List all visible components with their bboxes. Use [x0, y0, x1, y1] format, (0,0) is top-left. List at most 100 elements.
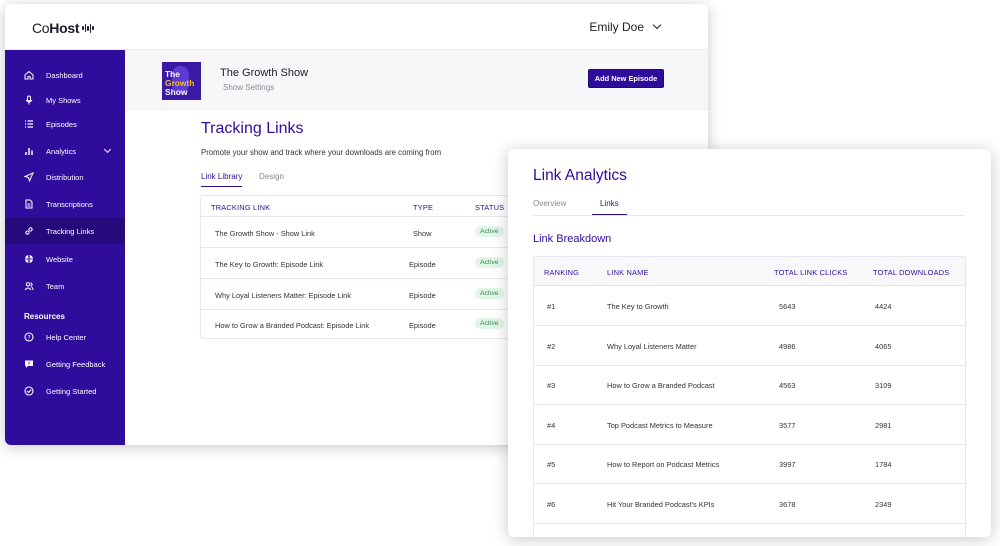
- cover-line: Show: [165, 87, 188, 97]
- send-icon: [23, 172, 34, 183]
- sidebar-item-label: My Shows: [46, 95, 81, 105]
- column-header[interactable]: TYPE: [413, 203, 433, 212]
- link-name[interactable]: How to Grow a Branded Podcast: [607, 381, 715, 390]
- table-row[interactable]: #5 How to Report on Podcast Metrics 3997…: [534, 444, 965, 484]
- sidebar-item-analytics[interactable]: Analytics: [5, 138, 125, 164]
- tracking-links-table: TRACKING LINK TYPE STATUS The Growth Sho…: [200, 195, 520, 339]
- analytics-tabs: Overview Links: [533, 199, 965, 216]
- sidebar-item-dashboard[interactable]: Dashboard: [5, 62, 125, 88]
- column-header[interactable]: TOTAL DOWNLOADS: [873, 268, 949, 277]
- sidebar-item-tracking-links[interactable]: Tracking Links: [5, 218, 125, 244]
- downloads: 1784: [875, 460, 892, 469]
- link-clicks: 4563: [779, 381, 796, 390]
- section-title: Link Breakdown: [533, 233, 612, 245]
- cover-line: The: [165, 69, 180, 79]
- link-name[interactable]: Hit Your Branded Podcast's KPIs: [607, 500, 714, 509]
- logo-prefix: Co: [32, 20, 50, 36]
- link-type: Episode: [409, 321, 436, 330]
- link-clicks: 3678: [779, 500, 796, 509]
- downloads: 2981: [875, 421, 892, 430]
- table-row[interactable]: The Growth Show - Show Link Show Active: [201, 218, 519, 248]
- column-header[interactable]: TOTAL LINK CLICKS: [774, 268, 848, 277]
- ranking: #1: [547, 302, 556, 311]
- status-badge: Active: [475, 226, 504, 237]
- svg-text:?: ?: [27, 334, 30, 341]
- tracking-link-name[interactable]: The Key to Growth: Episode Link: [215, 260, 323, 269]
- sidebar-item-getting-started[interactable]: Getting Started: [5, 378, 125, 404]
- link-name[interactable]: The Key to Growth: [607, 302, 669, 311]
- check-circle-icon: [23, 386, 34, 397]
- panel-title: Link Analytics: [533, 167, 627, 184]
- mic-icon: [23, 95, 34, 106]
- sidebar-item-episodes[interactable]: Episodes: [5, 111, 125, 137]
- table-row[interactable]: The Key to Growth: Episode Link Episode …: [201, 249, 519, 279]
- downloads: 4065: [875, 342, 892, 351]
- add-new-episode-button[interactable]: Add New Episode: [588, 69, 664, 88]
- table-row[interactable]: Why Loyal Listeners Matter: Episode Link…: [201, 280, 519, 310]
- page-description: Promote your show and track where your d…: [201, 148, 442, 157]
- column-header[interactable]: TRACKING LINK: [211, 203, 270, 212]
- table-row[interactable]: #1 The Key to Growth 5643 4424: [534, 286, 965, 326]
- tab-links[interactable]: Links: [592, 199, 627, 215]
- table-row[interactable]: #2 Why Loyal Listeners Matter 4986 4065: [534, 326, 965, 366]
- sidebar-item-website[interactable]: Website: [5, 246, 125, 272]
- column-header[interactable]: LINK NAME: [607, 268, 649, 277]
- sidebar-item-my-shows[interactable]: My Shows: [5, 87, 125, 113]
- sidebar-item-team[interactable]: Team: [5, 273, 125, 299]
- link-clicks: 5643: [779, 302, 796, 311]
- sidebar-item-getting-feedback[interactable]: Getting Feedback: [5, 351, 125, 377]
- tab-design[interactable]: Design: [259, 172, 284, 181]
- sidebar-item-transcriptions[interactable]: Transcriptions: [5, 191, 125, 217]
- tab-overview[interactable]: Overview: [533, 199, 566, 208]
- table-row[interactable]: #4 Top Podcast Metrics to Measure 3577 2…: [534, 405, 965, 445]
- tracking-link-name[interactable]: Why Loyal Listeners Matter: Episode Link: [215, 291, 351, 300]
- show-settings-link[interactable]: Show Settings: [223, 83, 274, 92]
- status-badge: Active: [475, 288, 504, 299]
- table-row[interactable]: #6 Hit Your Branded Podcast's KPIs 3678 …: [534, 484, 965, 524]
- link-clicks: 3577: [779, 421, 796, 430]
- show-cover-art[interactable]: The Growth Show: [162, 62, 201, 100]
- sound-wave-icon: [82, 23, 94, 33]
- downloads: 4424: [875, 302, 892, 311]
- resources-heading: Resources: [24, 312, 65, 321]
- tab-link-library[interactable]: Link Library: [201, 172, 243, 187]
- column-header[interactable]: RANKING: [544, 268, 579, 277]
- document-icon: [23, 199, 34, 210]
- sidebar-item-distribution[interactable]: Distribution: [5, 164, 125, 190]
- link-type: Episode: [409, 260, 436, 269]
- sidebar-item-help-center[interactable]: ? Help Center: [5, 324, 125, 350]
- ranking: #4: [547, 421, 556, 430]
- table-row[interactable]: #3 How to Grow a Branded Podcast 4563 31…: [534, 365, 965, 405]
- bar-chart-icon: [23, 146, 34, 157]
- sidebar-item-label: Episodes: [46, 119, 77, 129]
- link-clicks: 4986: [779, 342, 796, 351]
- sidebar-item-label: Analytics: [46, 146, 77, 156]
- sidebar-item-label: Dashboard: [46, 70, 83, 80]
- link-icon: [23, 226, 34, 237]
- show-title: The Growth Show: [220, 67, 309, 79]
- sidebar: Dashboard My Shows Episodes Analytics Di…: [5, 50, 125, 445]
- user-name: Emily Doe: [589, 20, 644, 34]
- sidebar-item-label: Transcriptions: [46, 199, 93, 209]
- home-icon: [23, 70, 34, 81]
- cohost-logo[interactable]: Co Host: [32, 20, 94, 36]
- table-row[interactable]: How to Grow a Branded Podcast: Episode L…: [201, 310, 519, 338]
- sidebar-item-label: Getting Started: [46, 386, 97, 396]
- downloads: 2349: [875, 500, 892, 509]
- list-icon: [23, 119, 34, 130]
- logo-bold: Host: [49, 20, 80, 36]
- status-badge: Active: [475, 318, 504, 329]
- table-header: TRACKING LINK TYPE STATUS: [201, 196, 519, 217]
- column-header[interactable]: STATUS: [475, 203, 504, 212]
- show-header: The Growth Show The Growth Show Show Set…: [125, 50, 708, 110]
- ranking: #6: [547, 500, 556, 509]
- link-name[interactable]: Top Podcast Metrics to Measure: [607, 421, 713, 430]
- user-menu[interactable]: Emily Doe: [589, 20, 662, 34]
- link-type: Show: [413, 229, 432, 238]
- link-name[interactable]: How to Report on Podcast Metrics: [607, 460, 719, 469]
- link-type: Episode: [409, 291, 436, 300]
- tracking-link-name[interactable]: The Growth Show - Show Link: [215, 229, 315, 238]
- tracking-link-name[interactable]: How to Grow a Branded Podcast: Episode L…: [215, 321, 369, 330]
- link-name[interactable]: Why Loyal Listeners Matter: [607, 342, 697, 351]
- ranking: #2: [547, 342, 556, 351]
